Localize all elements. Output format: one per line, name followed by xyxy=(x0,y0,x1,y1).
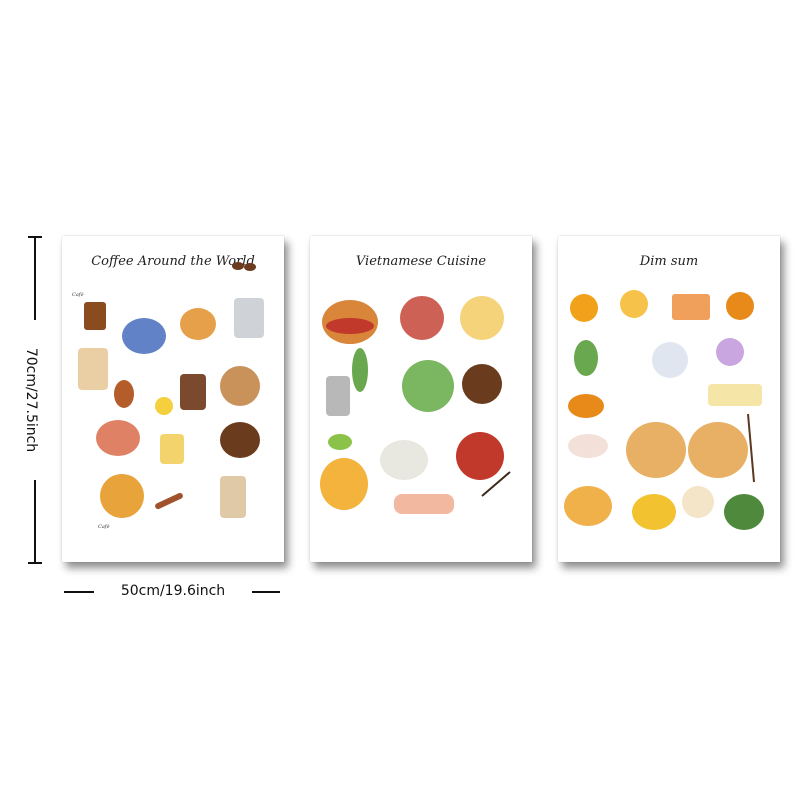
width-dimension-label: 50cm/19.6inch xyxy=(94,583,252,599)
cream-bowl-illustration xyxy=(180,308,216,340)
height-dimension-label: 70cm/27.5inch xyxy=(23,320,39,480)
affogato-illustration xyxy=(220,422,260,458)
zongzi-illustration xyxy=(724,494,764,530)
striped-mug-illustration xyxy=(100,474,144,518)
noodle-soup-bowl-illustration xyxy=(402,360,454,412)
height-dimension-cap-top xyxy=(28,236,42,238)
cinnamon-sticks-illustration xyxy=(155,492,183,510)
iced-coffee-glass-illustration xyxy=(180,374,206,410)
vietnamese-illustrations xyxy=(320,296,511,514)
height-dimension-cap-bottom xyxy=(28,562,42,564)
xiao-long-bao-illustration xyxy=(620,290,648,318)
teapot-illustration xyxy=(652,342,688,378)
coffee-illustrations: Café Café xyxy=(72,262,264,530)
coffee-bean-illustration xyxy=(244,263,256,271)
dumplings-plate-illustration xyxy=(564,486,612,526)
rice-noodle-roll-illustration xyxy=(708,384,762,406)
rice-rolls-illustration xyxy=(380,440,428,480)
milk-coffee-glass-illustration xyxy=(220,476,246,518)
bun-bo-bowl-illustration xyxy=(456,432,504,480)
spring-onion-illustration xyxy=(352,348,368,392)
caption-cafe-de-olla-label: Café xyxy=(98,523,110,530)
espresso-glass-illustration xyxy=(84,302,106,330)
pho-bowl-illustration xyxy=(400,296,444,340)
patterned-teacup-illustration xyxy=(96,420,140,456)
fresh-spring-rolls-illustration xyxy=(394,494,454,514)
cheung-fun-illustration xyxy=(568,434,608,458)
latte-art-cup-illustration xyxy=(220,366,260,406)
char-siu-bao-illustration xyxy=(682,486,714,518)
lime-illustration xyxy=(328,434,352,450)
height-dimension: 70cm/27.5inch xyxy=(23,236,42,564)
coffee-bean-illustration xyxy=(232,262,244,270)
banh-xeo-illustration xyxy=(320,458,368,510)
width-dimension: 50cm/19.6inch xyxy=(64,583,280,600)
sweet-soup-illustration xyxy=(716,338,744,366)
poster-dim-sum: Dim sum xyxy=(558,236,780,562)
blue-porcelain-cup-illustration xyxy=(122,318,166,354)
custard-buns-steamer-illustration xyxy=(626,422,686,478)
sesame-ball-illustration xyxy=(726,292,754,320)
poster-coffee: Coffee Around the World Café Café xyxy=(62,236,284,562)
com-tam-plate-illustration xyxy=(460,296,504,340)
caption-espresso-label: Café xyxy=(72,291,84,298)
latte-glass-illustration xyxy=(78,348,108,390)
poster-vietnamese: Vietnamese Cuisine xyxy=(310,236,532,562)
chopsticks-illustration xyxy=(747,413,755,483)
lemon-illustration xyxy=(155,397,173,415)
cezve-pot-illustration xyxy=(114,380,134,408)
banh-mi-filling-illustration xyxy=(326,318,374,334)
fried-egg-pan-illustration xyxy=(462,364,502,404)
siu-mai-illustration xyxy=(632,494,676,530)
fried-dough-illustration xyxy=(568,394,604,418)
bok-choy-illustration xyxy=(574,340,598,376)
egg-tart-illustration xyxy=(570,294,598,322)
har-gow-steamer-illustration xyxy=(688,422,748,478)
turnip-cake-illustration xyxy=(672,294,710,320)
phin-filter-cup-illustration xyxy=(234,298,264,338)
dim-sum-illustrations xyxy=(564,290,764,530)
egg-coffee-cup-illustration xyxy=(160,434,184,464)
phin-coffee-illustration xyxy=(326,376,350,416)
